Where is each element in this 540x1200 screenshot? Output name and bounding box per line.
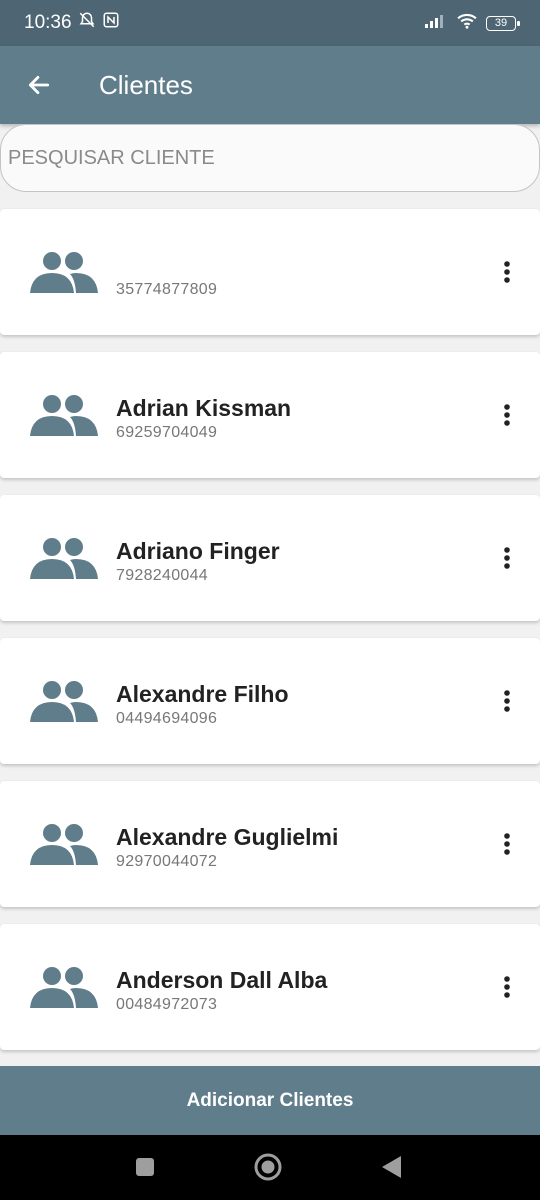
- client-name: Alexandre Guglielmi: [116, 824, 339, 850]
- battery-icon: 39: [486, 15, 520, 31]
- client-name: Alexandre Filho: [116, 681, 289, 707]
- page-title: Clientes: [99, 69, 193, 100]
- client-text: Adriano Finger 7928240044: [116, 537, 280, 585]
- client-document: 7928240044: [116, 567, 208, 584]
- circle-icon: [254, 1153, 282, 1181]
- people-icon: [30, 824, 98, 865]
- more-options-button[interactable]: [496, 686, 518, 716]
- more-vert-icon: [504, 547, 510, 569]
- client-text: 35774877809: [116, 251, 217, 299]
- more-options-button[interactable]: [496, 543, 518, 573]
- search-container: [0, 124, 540, 192]
- status-bar: 10:36 39: [0, 0, 540, 46]
- more-vert-icon: [504, 404, 510, 426]
- app-bar: Clientes: [0, 46, 540, 124]
- nfc-icon: [102, 11, 120, 35]
- client-card[interactable]: Anderson Dall Alba 00484972073: [0, 924, 540, 1050]
- status-time: 10:36: [24, 12, 72, 33]
- home-button[interactable]: [253, 1152, 283, 1182]
- client-card[interactable]: Adrian Kissman 69259704049: [0, 352, 540, 478]
- client-name: [116, 251, 217, 279]
- client-card[interactable]: Adriano Finger 7928240044: [0, 495, 540, 621]
- more-vert-icon: [504, 690, 510, 712]
- client-document: 69259704049: [116, 424, 218, 441]
- arrow-left-icon: [28, 76, 50, 94]
- client-name: Adriano Finger: [116, 538, 280, 564]
- people-icon: [30, 395, 98, 436]
- more-options-button[interactable]: [496, 257, 518, 287]
- signal-icon: [424, 13, 448, 34]
- client-card[interactable]: Alexandre Filho 04494694096: [0, 638, 540, 764]
- client-text: Anderson Dall Alba 00484972073: [116, 966, 327, 1014]
- people-icon: [30, 967, 98, 1008]
- client-name: Adrian Kissman: [116, 395, 292, 421]
- square-icon: [136, 1158, 154, 1176]
- status-left: 10:36: [24, 11, 120, 35]
- more-vert-icon: [504, 833, 510, 855]
- people-icon: [30, 681, 98, 722]
- status-right: 39: [424, 13, 520, 34]
- recents-button[interactable]: [130, 1152, 160, 1182]
- client-text: Adrian Kissman 69259704049: [116, 394, 291, 442]
- client-document: 92970044072: [116, 853, 218, 870]
- triangle-back-icon: [382, 1156, 401, 1178]
- client-text: Alexandre Guglielmi 92970044072: [116, 823, 338, 871]
- people-icon: [30, 252, 98, 293]
- client-document: 00484972073: [116, 996, 218, 1013]
- client-document: 04494694096: [116, 710, 218, 727]
- add-clients-button[interactable]: Adicionar Clientes: [0, 1066, 540, 1135]
- more-vert-icon: [504, 261, 510, 283]
- client-card[interactable]: Alexandre Guglielmi 92970044072: [0, 781, 540, 907]
- client-document: 35774877809: [116, 281, 218, 298]
- back-button[interactable]: [0, 46, 78, 124]
- back-nav-button[interactable]: [376, 1152, 406, 1182]
- system-nav-bar: [0, 1135, 540, 1200]
- bell-off-icon: [78, 11, 96, 35]
- more-options-button[interactable]: [496, 829, 518, 859]
- more-options-button[interactable]: [496, 400, 518, 430]
- battery-level: 39: [494, 17, 508, 29]
- wifi-icon: [456, 13, 478, 34]
- client-text: Alexandre Filho 04494694096: [116, 680, 289, 728]
- search-input[interactable]: [0, 124, 540, 192]
- more-vert-icon: [504, 976, 510, 998]
- client-name: Anderson Dall Alba: [116, 967, 328, 993]
- people-icon: [30, 538, 98, 579]
- more-options-button[interactable]: [496, 972, 518, 1002]
- client-card[interactable]: 35774877809: [0, 209, 540, 335]
